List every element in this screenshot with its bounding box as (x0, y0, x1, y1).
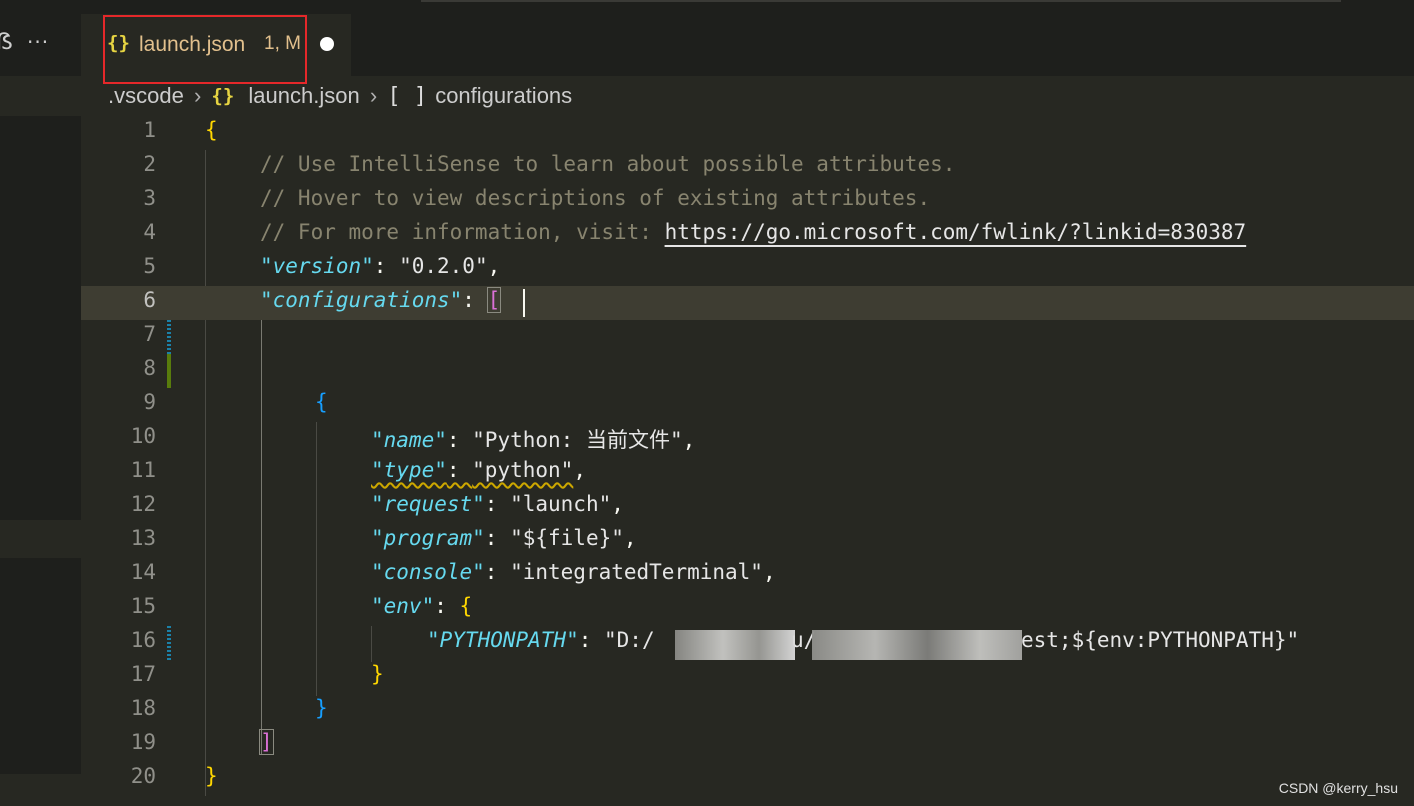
sidebar-panel (0, 116, 81, 520)
code-text: } (315, 696, 328, 720)
line-number: 17 (130, 662, 156, 686)
chevron-right-icon: › (369, 83, 378, 109)
line-number: 18 (130, 696, 156, 720)
code-line[interactable]: 13 "program": "${file}", (81, 524, 1414, 558)
code-text-fragment: est;${env:PYTHONPATH}" (1021, 628, 1300, 652)
unsaved-dot-icon[interactable] (320, 37, 334, 51)
line-number: 7 (143, 322, 156, 346)
line-number: 3 (143, 186, 156, 210)
code-line[interactable]: 7 (81, 320, 1414, 354)
code-text: ] (259, 729, 274, 755)
line-number: 11 (130, 458, 156, 482)
line-number: 6 (143, 288, 156, 312)
line-number: 12 (130, 492, 156, 516)
code-line[interactable]: 9 { (81, 388, 1414, 422)
line-number: 9 (143, 390, 156, 414)
code-line[interactable]: 11 "type": "python", (81, 456, 1414, 490)
code-line[interactable]: 15 "env": { (81, 592, 1414, 626)
code-text: "console": "integratedTerminal", (371, 560, 776, 584)
sidebar-panel-lower (0, 558, 81, 774)
tabbar-divider (421, 0, 1341, 2)
text-cursor (523, 289, 525, 317)
code-text: "configurations": [ (260, 287, 502, 313)
sidebar-selected-row[interactable] (0, 520, 81, 558)
breadcrumb-file[interactable]: launch.json (248, 83, 359, 109)
array-symbol-icon: [ ] (387, 83, 428, 109)
tab-bar: {} launch.json 1, M (81, 0, 1414, 84)
redacted-blur (812, 630, 1022, 660)
code-text: // For more information, visit: https://… (260, 220, 1247, 244)
line-number: 13 (130, 526, 156, 550)
line-number: 19 (130, 730, 156, 754)
code-line[interactable]: 4 // For more information, visit: https:… (81, 218, 1414, 252)
code-line[interactable]: 17 } (81, 660, 1414, 694)
line-number: 16 (130, 628, 156, 652)
line-number: 1 (143, 118, 156, 142)
chevron-right-icon: › (193, 83, 202, 109)
code-text: "name": "Python: 当前文件", (371, 428, 696, 452)
code-line[interactable]: 12 "request": "launch", (81, 490, 1414, 524)
sidebar-edge: ẞ ··· (0, 0, 81, 806)
code-text: } (205, 764, 218, 788)
code-text: { (315, 390, 328, 414)
code-line[interactable]: 5 "version": "0.2.0", (81, 252, 1414, 286)
line-number: 5 (143, 254, 156, 278)
partial-icon: ẞ (0, 30, 13, 55)
code-line[interactable]: 20 } (81, 762, 1414, 796)
code-text: "request": "launch", (371, 492, 624, 516)
code-text: { (205, 118, 218, 142)
code-line[interactable]: 8 (81, 354, 1414, 388)
code-text: } (371, 662, 384, 686)
line-number: 4 (143, 220, 156, 244)
breadcrumb: .vscode › {} launch.json › [ ] configura… (108, 82, 572, 112)
line-number: 10 (130, 424, 156, 448)
more-actions-icon[interactable]: ··· (27, 30, 49, 54)
code-line[interactable]: 19 ] (81, 728, 1414, 762)
annotation-highlight-box (103, 15, 307, 84)
code-line[interactable]: 2 // Use IntelliSense to learn about pos… (81, 150, 1414, 184)
line-number: 20 (130, 764, 156, 788)
code-line[interactable]: 1 { (81, 116, 1414, 150)
watermark: CSDN @kerry_hsu (1278, 780, 1398, 796)
code-comment: // Use IntelliSense to learn about possi… (260, 152, 956, 176)
line-number: 8 (143, 356, 156, 380)
json-file-icon: {} (211, 85, 235, 108)
code-comment: // Hover to view descriptions of existin… (260, 186, 931, 210)
line-number: 2 (143, 152, 156, 176)
code-text: "PYTHONPATH": "D:/ (427, 628, 655, 652)
docs-link[interactable]: https://go.microsoft.com/fwlink/?linkid=… (665, 220, 1247, 244)
code-text: "version": "0.2.0", (260, 254, 501, 278)
code-text: "env": { (371, 594, 473, 618)
line-number: 14 (130, 560, 156, 584)
breadcrumb-symbol[interactable]: configurations (435, 83, 572, 109)
code-line[interactable]: 10 "name": "Python: 当前文件", (81, 422, 1414, 456)
redacted-blur (675, 630, 795, 660)
breadcrumb-folder[interactable]: .vscode (108, 83, 184, 109)
code-text: "type": "python", (371, 458, 586, 482)
line-number: 15 (130, 594, 156, 618)
code-line[interactable]: 14 "console": "integratedTerminal", (81, 558, 1414, 592)
sidebar-header: ẞ ··· (0, 0, 81, 76)
code-editor[interactable]: 1 { 2 // Use IntelliSense to learn about… (81, 116, 1414, 806)
code-line[interactable]: 3 // Hover to view descriptions of exist… (81, 184, 1414, 218)
code-line-current[interactable]: 6 "configurations": [ (81, 286, 1414, 320)
code-line[interactable]: 18 } (81, 694, 1414, 728)
code-text: "program": "${file}", (371, 526, 637, 550)
